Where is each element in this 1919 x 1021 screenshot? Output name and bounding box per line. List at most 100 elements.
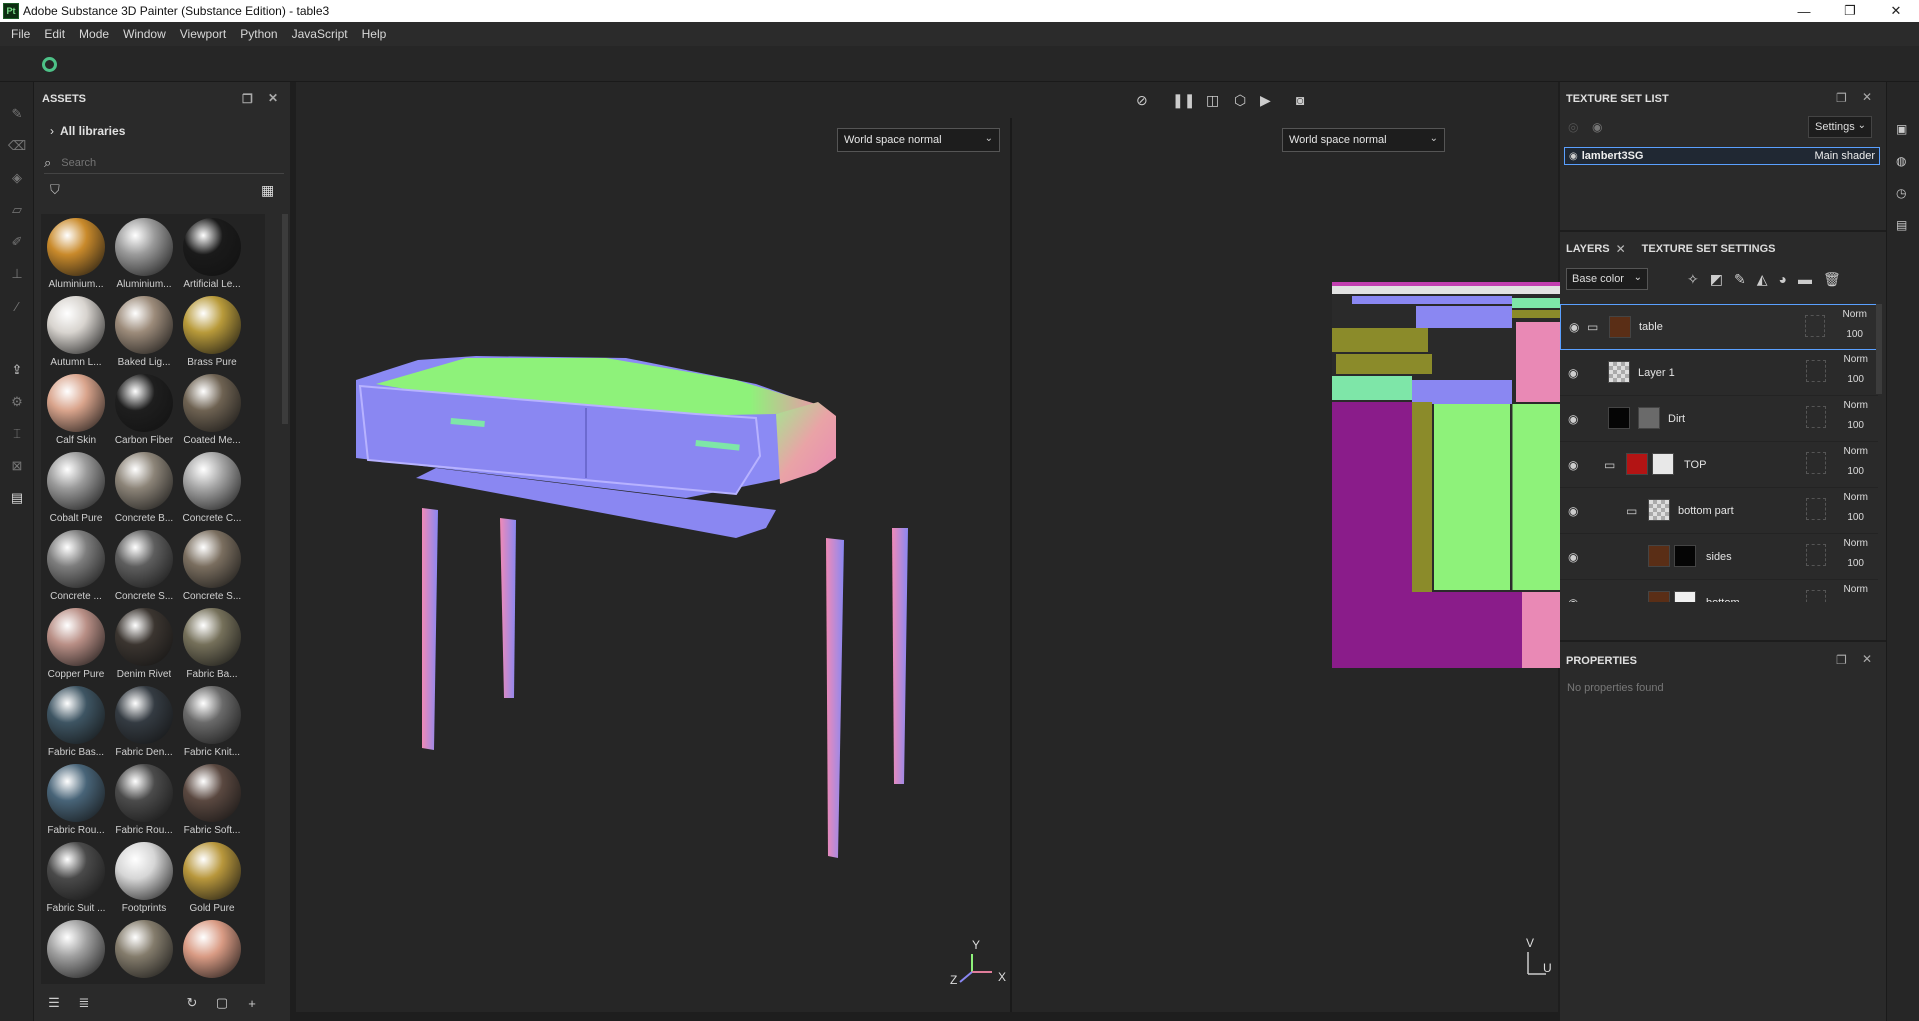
tab-texture-set-settings[interactable]: TEXTURE SET SETTINGS	[1636, 243, 1782, 255]
eye-icon[interactable]: ◉	[1569, 320, 1579, 334]
asset-thumbnail[interactable]	[110, 916, 178, 984]
add-effect-icon[interactable]: ✧	[1687, 271, 1699, 288]
layer-opacity[interactable]: 100	[1846, 329, 1863, 340]
blend-mode[interactable]: Norm	[1844, 492, 1868, 503]
eye-icon[interactable]: ◉	[1568, 504, 1578, 518]
layer-opacity[interactable]: 100	[1847, 512, 1864, 523]
history-icon[interactable]: ◷	[1896, 186, 1906, 200]
document-icon[interactable]: ▤	[9, 490, 25, 506]
blend-mode[interactable]: Norm	[1844, 400, 1868, 411]
asset-thumbnail[interactable]: Brass Pure	[178, 292, 246, 370]
viewport-3d[interactable]: World space normal ⌄ Y Z X	[296, 118, 1010, 1012]
eye-icon[interactable]: ◉	[1568, 596, 1578, 603]
asset-thumbnail[interactable]: Concrete C...	[178, 448, 246, 526]
menu-python[interactable]: Python	[233, 27, 284, 41]
mask-slot[interactable]	[1806, 498, 1826, 520]
close-panel-icon[interactable]: ✕	[1862, 90, 1872, 104]
mask-slot[interactable]	[1806, 590, 1826, 602]
asset-thumbnail[interactable]: Copper Pure	[42, 604, 110, 682]
asset-thumbnail[interactable]: Fabric Rou...	[42, 760, 110, 838]
close-tab-icon[interactable]: ✕	[1616, 242, 1626, 256]
polygon-fill-icon[interactable]: ▱	[9, 202, 25, 218]
asset-thumbnail[interactable]	[178, 916, 246, 984]
blend-mode[interactable]: Norm	[1844, 354, 1868, 365]
asset-thumbnail[interactable]: Denim Rivet	[110, 604, 178, 682]
menu-mode[interactable]: Mode	[72, 27, 116, 41]
add-smart-material-icon[interactable]: ◕	[1778, 271, 1786, 288]
add-fill-layer-icon[interactable]: ◭	[1757, 271, 1768, 288]
layer-opacity[interactable]: 100	[1847, 558, 1864, 569]
close-panel-icon[interactable]: ✕	[268, 91, 278, 105]
asset-thumbnail[interactable]: Gold Pure	[178, 838, 246, 916]
color-picker-icon[interactable]: ⁄	[9, 298, 25, 314]
delete-layer-icon[interactable]: 🗑	[1823, 271, 1841, 288]
mask-slot[interactable]	[1806, 544, 1826, 566]
float-panel-icon[interactable]: ❐	[1836, 653, 1847, 667]
asset-thumbnail[interactable]: Carbon Fiber	[110, 370, 178, 448]
eye-icon[interactable]: ◉	[1568, 412, 1578, 426]
asset-thumbnail[interactable]: Fabric Suit ...	[42, 838, 110, 916]
asset-thumbnail[interactable]: Fabric Bas...	[42, 682, 110, 760]
environment-icon[interactable]: ◍	[1896, 154, 1906, 168]
library-list-icon[interactable]: ≣	[74, 995, 94, 1011]
smudge-icon[interactable]: ✐	[9, 234, 25, 250]
eye-icon[interactable]: ◉	[1569, 151, 1578, 162]
mask-slot[interactable]	[1806, 452, 1826, 474]
asset-thumbnail[interactable]: Calf Skin	[42, 370, 110, 448]
camera-video-icon[interactable]: ▶	[1260, 92, 1271, 109]
layer-opacity[interactable]: 100	[1847, 420, 1864, 431]
layer-row[interactable]: ◉ ▭ bottom part Norm 100	[1560, 488, 1878, 534]
close-window-button[interactable]: ✕	[1873, 0, 1919, 22]
layer-name[interactable]: Dirt	[1668, 413, 1685, 425]
asset-thumbnail[interactable]: Fabric Den...	[110, 682, 178, 760]
texture-set-row[interactable]: ◉ lambert3SG Main shader	[1564, 147, 1880, 165]
asset-thumbnail[interactable]: Cobalt Pure	[42, 448, 110, 526]
close-panel-icon[interactable]: ✕	[1862, 652, 1872, 666]
add-icon[interactable]: +	[242, 996, 262, 1011]
layer-row[interactable]: ◉ Layer 1 Norm 100	[1560, 350, 1878, 396]
float-panel-icon[interactable]: ❐	[242, 92, 253, 106]
blend-mode[interactable]: Norm	[1843, 309, 1867, 320]
layer-name[interactable]: sides	[1706, 551, 1732, 563]
mask-slot[interactable]	[1806, 360, 1826, 382]
layer-name[interactable]: table	[1639, 321, 1663, 333]
filter-icon[interactable]: ⛉	[50, 182, 60, 198]
log-icon[interactable]: ▤	[1896, 218, 1907, 232]
new-window-icon[interactable]: ▢	[212, 995, 232, 1011]
minimize-button[interactable]: —	[1781, 0, 1827, 22]
menu-help[interactable]: Help	[355, 27, 394, 41]
layer-opacity[interactable]: 100	[1847, 374, 1864, 385]
float-panel-icon[interactable]: ❐	[1836, 91, 1847, 105]
asset-thumbnail[interactable]: Footprints	[110, 838, 178, 916]
paint-brush-icon[interactable]: ✎	[9, 106, 25, 122]
layer-name[interactable]: TOP	[1684, 459, 1706, 471]
hide-all-icon[interactable]: ◎	[1568, 120, 1578, 134]
tab-layers[interactable]: LAYERS	[1560, 243, 1616, 255]
viewport-uv[interactable]: World space normal ⌄ V U	[1012, 118, 1716, 1012]
asset-thumbnail[interactable]: Fabric Rou...	[110, 760, 178, 838]
blend-mode[interactable]: Norm	[1844, 538, 1868, 549]
menu-edit[interactable]: Edit	[37, 27, 72, 41]
clone-stamp-icon[interactable]: ⊥	[9, 266, 25, 282]
menu-file[interactable]: File	[4, 27, 37, 41]
assets-scrollbar[interactable]	[282, 214, 288, 424]
layer-row[interactable]: ◉ sides Norm 100	[1560, 534, 1878, 580]
asset-thumbnail[interactable]: Coated Me...	[178, 370, 246, 448]
asset-thumbnail[interactable]: Artificial Le...	[178, 214, 246, 292]
add-folder-icon[interactable]: ▬	[1798, 271, 1812, 288]
blend-mode[interactable]: Norm	[1844, 446, 1868, 457]
menu-viewport[interactable]: Viewport	[173, 27, 233, 41]
library-selector[interactable]: › All libraries	[50, 124, 125, 138]
layer-channel-select[interactable]: Base color ⌄	[1566, 268, 1648, 290]
asset-thumbnail[interactable]: Concrete ...	[42, 526, 110, 604]
asset-thumbnail[interactable]: Fabric Soft...	[178, 760, 246, 838]
asset-thumbnail[interactable]: Aluminium...	[42, 214, 110, 292]
layer-row[interactable]: ◉ ▭ TOP Norm 100	[1560, 442, 1878, 488]
channel-select-uv[interactable]: World space normal ⌄	[1282, 128, 1445, 152]
menu-window[interactable]: Window	[116, 27, 173, 41]
menu-javascript[interactable]: JavaScript	[285, 27, 355, 41]
asset-thumbnail[interactable]: Concrete S...	[110, 526, 178, 604]
layer-name[interactable]: Layer 1	[1638, 367, 1675, 379]
asset-thumbnail[interactable]: Concrete S...	[178, 526, 246, 604]
blend-mode[interactable]: Norm	[1844, 584, 1868, 595]
